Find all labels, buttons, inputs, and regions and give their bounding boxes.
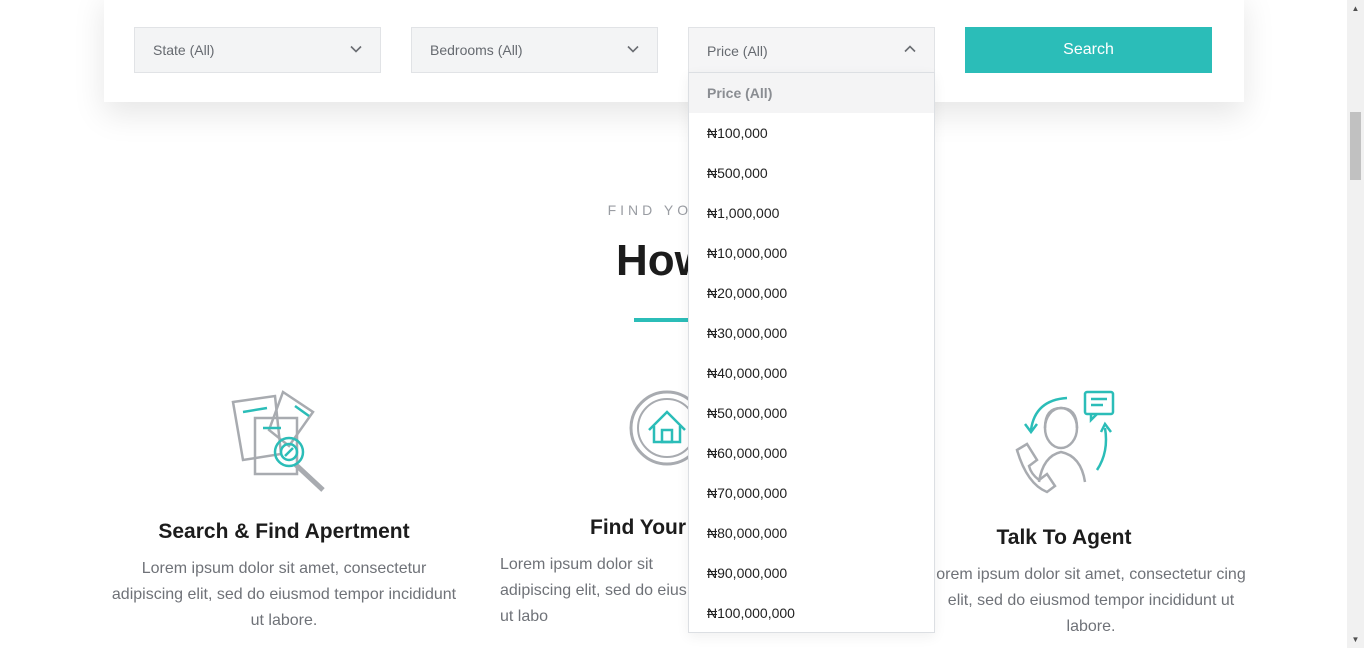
price-select-label: Price (All) bbox=[707, 42, 768, 59]
scroll-down-arrow-icon[interactable]: ▼ bbox=[1347, 631, 1364, 648]
state-select[interactable]: State (All) bbox=[134, 27, 381, 73]
chevron-down-icon bbox=[350, 45, 362, 53]
price-option[interactable]: ₦20,000,000 bbox=[689, 273, 934, 313]
price-option[interactable]: ₦50,000,000 bbox=[689, 393, 934, 433]
price-option[interactable]: ₦40,000,000 bbox=[689, 353, 934, 393]
agent-headset-icon bbox=[1015, 390, 1115, 494]
price-option[interactable]: ₦90,000,000 bbox=[689, 553, 934, 593]
price-dropdown-menu: Price (All) ₦100,000 ₦500,000 ₦1,000,000… bbox=[688, 72, 935, 633]
price-option[interactable]: ₦100,000 bbox=[689, 113, 934, 153]
chevron-down-icon bbox=[627, 45, 639, 53]
bedrooms-select-label: Bedrooms (All) bbox=[430, 42, 523, 58]
feature-text: Lorem ipsum dolor sit amet, consectetur … bbox=[111, 560, 457, 629]
scrollbar-thumb[interactable] bbox=[1350, 112, 1361, 180]
price-option[interactable]: ₦60,000,000 bbox=[689, 433, 934, 473]
price-select[interactable]: Price (All) bbox=[688, 27, 935, 73]
bedrooms-select[interactable]: Bedrooms (All) bbox=[411, 27, 658, 73]
scroll-up-arrow-icon[interactable]: ▲ bbox=[1347, 0, 1364, 17]
price-option[interactable]: ₦80,000,000 bbox=[689, 513, 934, 553]
price-option[interactable]: ₦500,000 bbox=[689, 153, 934, 193]
page: State (All) Bedrooms (All) Price (All) S… bbox=[0, 0, 1364, 648]
search-button[interactable]: Search bbox=[965, 27, 1212, 73]
state-select-label: State (All) bbox=[153, 42, 215, 58]
price-option[interactable]: ₦30,000,000 bbox=[689, 313, 934, 353]
section-eyebrow: FIND YOUR DR bbox=[607, 202, 757, 218]
search-panel: State (All) Bedrooms (All) Price (All) S… bbox=[104, 0, 1244, 102]
price-option[interactable]: ₦10,000,000 bbox=[689, 233, 934, 273]
price-option[interactable]: ₦1,000,000 bbox=[689, 193, 934, 233]
chevron-up-icon bbox=[904, 45, 916, 53]
price-option[interactable]: ₦100,000,000 bbox=[689, 593, 934, 633]
feature-text: Lorem ipsum dolor sit adipiscing elit, s… bbox=[500, 556, 687, 625]
feature-title: Search & Find Apertment bbox=[158, 520, 410, 543]
page-scrollbar[interactable]: ▲ ▼ bbox=[1347, 0, 1364, 648]
price-option[interactable]: Price (All) bbox=[689, 73, 934, 113]
feature-card: Search & Find Apertment Lorem ipsum dolo… bbox=[94, 384, 474, 634]
price-option[interactable]: ₦70,000,000 bbox=[689, 473, 934, 513]
document-search-icon bbox=[231, 390, 325, 492]
section-title: How It bbox=[616, 236, 748, 285]
